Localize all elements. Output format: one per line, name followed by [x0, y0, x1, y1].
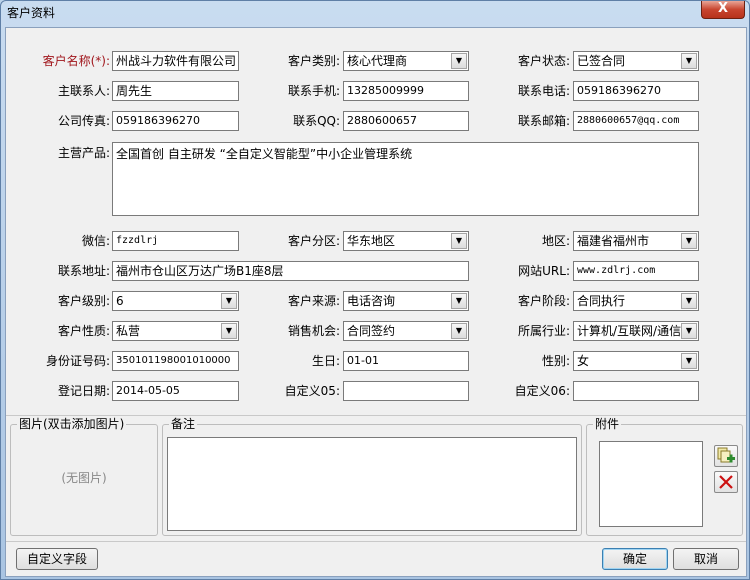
qq-input[interactable]: 2880600657: [343, 111, 469, 131]
attachments-group: 附件: [586, 417, 743, 536]
id-number-input[interactable]: 350101198001010000: [112, 351, 239, 371]
stage-select[interactable]: 合同执行 ▼: [573, 291, 699, 311]
source-label: 客户来源:: [287, 294, 340, 308]
section-divider: [6, 415, 746, 416]
chevron-down-icon[interactable]: ▼: [451, 233, 467, 249]
chevron-down-icon[interactable]: ▼: [681, 233, 697, 249]
customer-type-select[interactable]: 核心代理商 ▼: [343, 51, 469, 71]
industry-select[interactable]: 计算机/互联网/通信 ▼: [573, 321, 699, 341]
form-body: 客户名称(*): 州战斗力软件有限公司 客户类别: 核心代理商 ▼ 客户状态: 已…: [5, 27, 747, 577]
email-label: 联系邮箱:: [517, 114, 570, 128]
website-input[interactable]: www.zdlrj.com: [573, 261, 699, 281]
region-division-value: 华东地区: [347, 234, 396, 248]
custom06-label: 自定义06:: [514, 384, 570, 398]
stage-value: 合同执行: [577, 294, 626, 308]
close-button[interactable]: X: [701, 1, 745, 19]
customer-name-label: 客户名称(*):: [42, 54, 110, 68]
gender-value: 女: [577, 354, 590, 368]
birthday-input[interactable]: 01-01: [343, 351, 469, 371]
birthday-label: 生日:: [311, 354, 340, 368]
footer-divider: [6, 541, 746, 542]
stage-label: 客户阶段:: [517, 294, 570, 308]
main-contact-input[interactable]: 周先生: [112, 81, 239, 101]
qq-label: 联系QQ:: [293, 114, 340, 128]
window-title: 客户资料: [7, 6, 56, 20]
gender-select[interactable]: 女 ▼: [573, 351, 699, 371]
chevron-down-icon[interactable]: ▼: [451, 323, 467, 339]
chevron-down-icon[interactable]: ▼: [451, 293, 467, 309]
website-label: 网站URL:: [518, 264, 570, 278]
chevron-down-icon[interactable]: ▼: [681, 323, 697, 339]
mobile-input[interactable]: 13285009999: [343, 81, 469, 101]
level-select[interactable]: 6 ▼: [112, 291, 239, 311]
chevron-down-icon[interactable]: ▼: [221, 323, 237, 339]
nature-value: 私营: [116, 324, 141, 338]
picture-group-title: 图片(双击添加图片): [17, 417, 127, 431]
area-label: 地区:: [541, 234, 570, 248]
address-input[interactable]: 福州市仓山区万达广场B1座8层: [112, 261, 469, 281]
region-division-label: 客户分区:: [287, 234, 340, 248]
source-select[interactable]: 电话咨询 ▼: [343, 291, 469, 311]
level-label: 客户级别:: [57, 294, 110, 308]
attachments-list[interactable]: [599, 441, 703, 527]
custom-fields-button[interactable]: 自定义字段: [16, 548, 98, 570]
ok-button[interactable]: 确定: [602, 548, 668, 570]
main-products-label: 主营产品:: [57, 146, 110, 160]
source-value: 电话咨询: [347, 294, 396, 308]
customer-name-input[interactable]: 州战斗力软件有限公司: [112, 51, 239, 71]
customer-type-value: 核心代理商: [347, 54, 408, 68]
nature-select[interactable]: 私营 ▼: [112, 321, 239, 341]
customer-info-window: 客户资料 X 客户名称(*): 州战斗力软件有限公司 客户类别: 核心代理商 ▼ …: [0, 0, 750, 580]
main-contact-label: 主联系人:: [57, 84, 110, 98]
custom06-input[interactable]: [573, 381, 699, 401]
remarks-textarea[interactable]: [167, 437, 577, 531]
industry-value: 计算机/互联网/通信: [577, 324, 682, 338]
customer-type-label: 客户类别:: [287, 54, 340, 68]
attachments-group-title: 附件: [593, 417, 622, 431]
phone-input[interactable]: 059186396270: [573, 81, 699, 101]
area-value: 福建省福州市: [577, 234, 650, 248]
chevron-down-icon[interactable]: ▼: [681, 353, 697, 369]
custom05-label: 自定义05:: [284, 384, 340, 398]
chevron-down-icon[interactable]: ▼: [681, 53, 697, 69]
customer-status-label: 客户状态:: [517, 54, 570, 68]
register-date-label: 登记日期:: [57, 384, 110, 398]
title-bar: 客户资料 X: [1, 1, 749, 25]
level-value: 6: [116, 294, 124, 308]
chevron-down-icon[interactable]: ▼: [221, 293, 237, 309]
remarks-group: 备注: [162, 417, 582, 536]
chevron-down-icon[interactable]: ▼: [681, 293, 697, 309]
register-date-input[interactable]: 2014-05-05: [112, 381, 239, 401]
fax-input[interactable]: 059186396270: [112, 111, 239, 131]
customer-status-select[interactable]: 已签合同 ▼: [573, 51, 699, 71]
fax-label: 公司传真:: [57, 114, 110, 128]
add-attachment-button[interactable]: [714, 445, 738, 467]
opportunity-label: 销售机会:: [287, 324, 340, 338]
opportunity-value: 合同签约: [347, 324, 396, 338]
custom05-input[interactable]: [343, 381, 469, 401]
nature-label: 客户性质:: [57, 324, 110, 338]
region-division-select[interactable]: 华东地区 ▼: [343, 231, 469, 251]
wechat-input[interactable]: fzzdlrj: [112, 231, 239, 251]
remarks-group-title: 备注: [169, 417, 198, 431]
address-label: 联系地址:: [57, 264, 110, 278]
id-number-label: 身份证号码:: [45, 354, 110, 368]
customer-status-value: 已签合同: [577, 54, 626, 68]
industry-label: 所属行业:: [517, 324, 570, 338]
mobile-label: 联系手机:: [287, 84, 340, 98]
picture-group[interactable]: 图片(双击添加图片) (无图片): [10, 417, 158, 536]
phone-label: 联系电话:: [517, 84, 570, 98]
add-attachment-icon: [717, 447, 735, 463]
chevron-down-icon[interactable]: ▼: [451, 53, 467, 69]
gender-label: 性别:: [541, 354, 570, 368]
cancel-button[interactable]: 取消: [673, 548, 739, 570]
opportunity-select[interactable]: 合同签约 ▼: [343, 321, 469, 341]
delete-attachment-icon: [719, 475, 733, 489]
no-picture-text: (无图片): [61, 471, 107, 485]
main-products-textarea[interactable]: 全国首创 自主研发 “全自定义智能型”中小企业管理系统: [112, 142, 699, 216]
wechat-label: 微信:: [81, 234, 110, 248]
area-select[interactable]: 福建省福州市 ▼: [573, 231, 699, 251]
email-input[interactable]: 2880600657@qq.com: [573, 111, 699, 131]
delete-attachment-button[interactable]: [714, 471, 738, 493]
